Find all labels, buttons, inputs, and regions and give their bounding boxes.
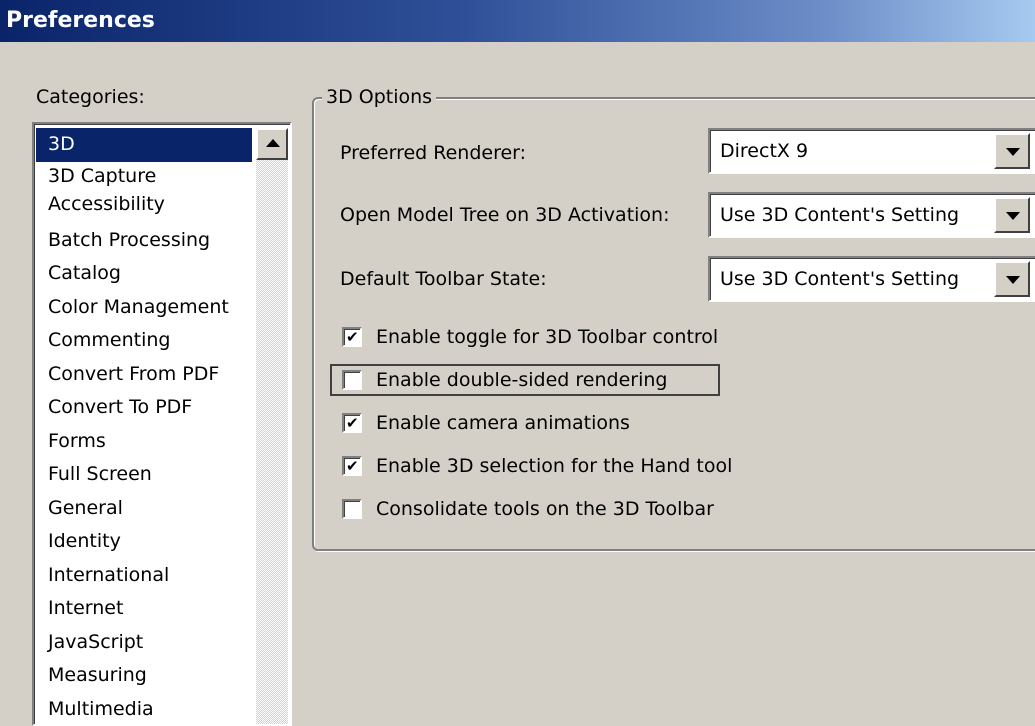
chevron-down-icon bbox=[1006, 276, 1020, 284]
open-model-tree-value: Use 3D Content's Setting bbox=[720, 204, 959, 226]
category-item-batch-processing[interactable]: Batch Processing bbox=[36, 224, 252, 258]
consolidate-tools-checkbox[interactable]: Consolidate tools on the 3D Toolbar bbox=[342, 496, 762, 522]
preferred-renderer-value: DirectX 9 bbox=[720, 140, 808, 162]
checkbox-label: Enable 3D selection for the Hand tool bbox=[376, 453, 732, 479]
preferred-renderer-dropdown-button[interactable] bbox=[994, 133, 1030, 169]
checkbox-label: Enable toggle for 3D Toolbar control bbox=[376, 324, 718, 350]
enable-camera-animations-checkbox[interactable]: ✔ Enable camera animations bbox=[342, 410, 662, 436]
checkbox-box[interactable]: ✔ bbox=[342, 456, 362, 476]
3d-options-group-title: 3D Options bbox=[322, 86, 436, 108]
categories-scrollbar[interactable] bbox=[256, 128, 288, 724]
category-item-color-management[interactable]: Color Management bbox=[36, 291, 252, 325]
checkbox-box[interactable] bbox=[342, 499, 362, 519]
default-toolbar-state-value: Use 3D Content's Setting bbox=[720, 268, 959, 290]
enable-3d-selection-hand-tool-checkbox[interactable]: ✔ Enable 3D selection for the Hand tool bbox=[342, 453, 762, 479]
category-item-commenting[interactable]: Commenting bbox=[36, 324, 252, 358]
preferred-renderer-label: Preferred Renderer: bbox=[340, 142, 526, 164]
category-item-forms[interactable]: Forms bbox=[36, 425, 252, 459]
category-item-convert-from-pdf[interactable]: Convert From PDF bbox=[36, 358, 252, 392]
scroll-up-button[interactable] bbox=[256, 128, 288, 160]
category-item-convert-to-pdf[interactable]: Convert To PDF bbox=[36, 391, 252, 425]
open-model-tree-dropdown-button[interactable] bbox=[994, 197, 1030, 233]
title-bar: Preferences bbox=[0, 0, 1035, 42]
checkbox-label: Consolidate tools on the 3D Toolbar bbox=[376, 496, 714, 522]
category-item-identity[interactable]: Identity bbox=[36, 525, 252, 559]
checkbox-box[interactable] bbox=[342, 370, 362, 390]
checkbox-box[interactable]: ✔ bbox=[342, 413, 362, 433]
default-toolbar-state-select[interactable]: Use 3D Content's Setting bbox=[708, 256, 1035, 302]
categories-list: 3D 3D Capture Accessibility Batch Proces… bbox=[36, 128, 252, 726]
category-item-3d-capture[interactable]: 3D Capture bbox=[36, 162, 252, 190]
category-item-accessibility[interactable]: Accessibility bbox=[36, 190, 252, 224]
category-item-javascript[interactable]: JavaScript bbox=[36, 626, 252, 660]
default-toolbar-state-dropdown-button[interactable] bbox=[994, 261, 1030, 297]
category-item-general[interactable]: General bbox=[36, 492, 252, 526]
preferred-renderer-select[interactable]: DirectX 9 bbox=[708, 128, 1035, 174]
category-item-measuring[interactable]: Measuring bbox=[36, 659, 252, 693]
category-item-multimedia[interactable]: Multimedia bbox=[36, 693, 252, 726]
checkbox-label: Enable camera animations bbox=[376, 410, 630, 436]
chevron-down-icon bbox=[1006, 148, 1020, 156]
category-item-3d[interactable]: 3D bbox=[36, 128, 252, 162]
category-item-internet[interactable]: Internet bbox=[36, 592, 252, 626]
categories-label: Categories: bbox=[36, 86, 145, 108]
open-model-tree-select[interactable]: Use 3D Content's Setting bbox=[708, 192, 1035, 238]
checkbox-box[interactable]: ✔ bbox=[342, 327, 362, 347]
window-title: Preferences bbox=[6, 8, 155, 33]
chevron-down-icon bbox=[1006, 212, 1020, 220]
checkmark-icon: ✔ bbox=[346, 416, 359, 431]
category-item-catalog[interactable]: Catalog bbox=[36, 257, 252, 291]
default-toolbar-state-label: Default Toolbar State: bbox=[340, 268, 547, 290]
enable-double-sided-rendering-checkbox[interactable]: Enable double-sided rendering bbox=[342, 367, 722, 393]
category-item-international[interactable]: International bbox=[36, 559, 252, 593]
categories-listbox[interactable]: 3D 3D Capture Accessibility Batch Proces… bbox=[32, 122, 292, 726]
checkmark-icon: ✔ bbox=[346, 459, 359, 474]
checkbox-label: Enable double-sided rendering bbox=[376, 367, 667, 393]
arrow-up-icon bbox=[266, 139, 280, 147]
open-model-tree-label: Open Model Tree on 3D Activation: bbox=[340, 204, 670, 226]
enable-toolbar-toggle-checkbox[interactable]: ✔ Enable toggle for 3D Toolbar control bbox=[342, 324, 762, 350]
category-item-full-screen[interactable]: Full Screen bbox=[36, 458, 252, 492]
checkmark-icon: ✔ bbox=[346, 330, 359, 345]
